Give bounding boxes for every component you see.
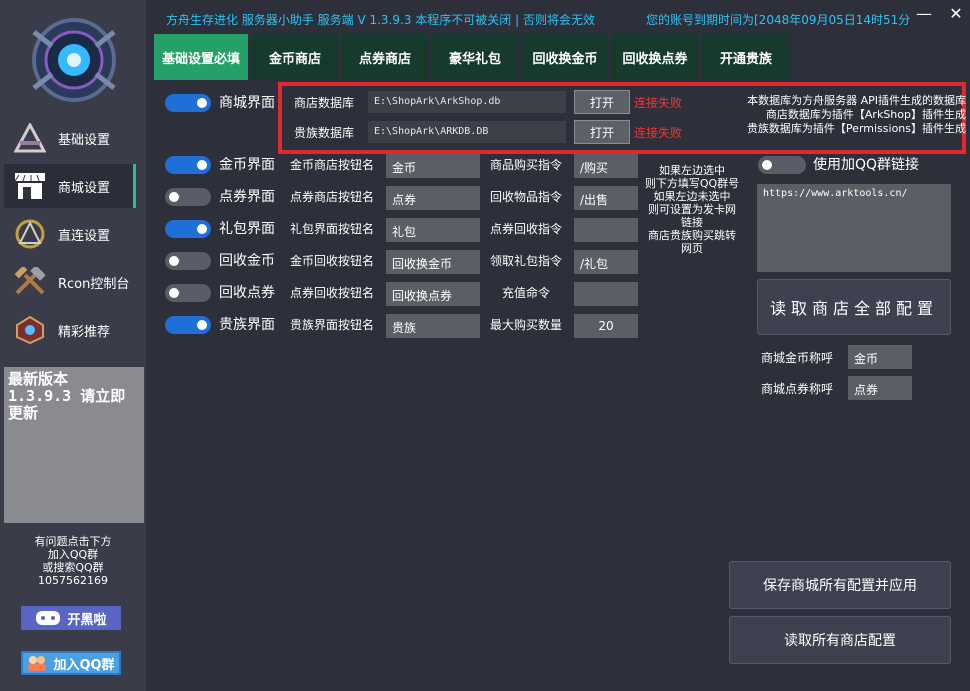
recycle-point-toggle[interactable] [165,284,211,302]
max-buy-input[interactable]: 20 [574,314,638,338]
point-name-label: 商城点券称呼 [761,382,834,396]
sidebar-item-label: 直连设置 [58,228,111,244]
sell-command-input[interactable]: /出售 [574,186,638,210]
tab-noble[interactable]: 开通贵族 [702,34,792,80]
minimize-button[interactable]: — [912,4,936,28]
point-shop-button-name-input[interactable]: 点券 [386,186,480,210]
gift-button-name-input[interactable]: 礼包 [386,218,480,242]
field-label: 点券商店按钮名 [290,190,375,204]
gift-ui-toggle[interactable] [165,220,211,238]
noble-button-name-input[interactable]: 贵族 [386,314,480,338]
noble-db-path-input[interactable]: E:\ShopArk\ARKDB.DB [368,121,566,143]
recharge-command-input[interactable] [574,282,638,306]
point-recycle-command-input[interactable] [574,218,638,242]
buy-command-input[interactable]: /购买 [574,154,638,178]
tab-gold-shop[interactable]: 金币商店 [252,34,340,80]
sidebar: 基础设置 商城设置 直连设置 Rcon控制台 精彩推荐 最新版本 1.3.9.3… [0,0,146,691]
field-label: 点券回收指令 [490,222,563,236]
gold-shop-button-name-input[interactable]: 金币 [386,154,480,178]
kaiheila-icon [36,611,61,625]
section-label: 金币界面 [219,157,275,173]
title-bar: 方舟生存进化 服务器小助手 服务端 V 1.3.9.3 本程序不可被关闭 | 否… [146,0,970,34]
close-button[interactable]: ✕ [944,4,968,28]
expiry-text: 您的账号到期时间为[2048年09月05日14时51分 [646,13,911,27]
field-label: 领取礼包指令 [490,254,563,268]
ark-logo-icon [10,217,50,251]
section-label: 礼包界面 [219,221,275,237]
database-panel: 商店数据库 E:\ShopArk\ArkShop.db 打开 连接失败 贵族数据… [278,82,966,154]
noble-db-status: 连接失败 [634,126,683,140]
point-recycle-button-name-input[interactable]: 回收换点券 [386,282,480,306]
field-label: 充值命令 [502,286,551,300]
join-qq-label: 加入QQ群 [53,657,115,673]
sidebar-item-label: 商城设置 [58,180,111,196]
sidebar-item-rcon[interactable]: Rcon控制台 [4,260,136,304]
shop-db-path-input[interactable]: E:\ShopArk\ArkShop.db [368,91,566,113]
shop-icon [10,169,50,203]
sidebar-item-shop[interactable]: 商城设置 [4,164,136,208]
shop-db-label: 商店数据库 [294,96,355,110]
recycle-gold-toggle[interactable] [165,252,211,270]
qq-link-label: 使用加QQ群链接 [813,157,920,173]
read-all-config-button[interactable]: 读取商店全部配置 [757,279,951,335]
field-label: 点券回收按钮名 [290,286,375,300]
field-label: 礼包界面按钮名 [290,222,375,236]
qq-hint-text: 如果左边选中 则下方填写QQ群号 如果左边未选中 则可设置为发卡网 链接 商店贵… [644,164,740,255]
hammer-icon [10,265,50,299]
gold-name-label: 商城金币称呼 [761,351,834,365]
tab-recycle-point[interactable]: 回收换点券 [612,34,700,80]
point-name-input[interactable]: 点券 [848,376,912,400]
read-shop-config-button[interactable]: 读取所有商店配置 [729,616,951,664]
sidebar-item-label: 精彩推荐 [58,324,111,340]
section-label: 点券界面 [219,189,275,205]
section-label: 回收金币 [219,253,275,269]
section-label: 贵族界面 [219,317,275,333]
tab-luxury-pack[interactable]: 豪华礼包 [432,34,520,80]
sidebar-item-label: Rcon控制台 [58,276,130,292]
section-label: 回收点券 [219,285,275,301]
ark-logo-icon [10,121,50,155]
qq-link-url-input[interactable]: https://www.arktools.cn/ [757,184,951,272]
field-label: 回收物品指令 [490,190,563,204]
kaiheila-button[interactable]: 开黑啦 [21,606,121,630]
app-logo-icon [22,12,126,108]
gift-command-input[interactable]: /礼包 [574,250,638,274]
update-notice: 最新版本 1.3.9.3 请立即更新 [4,367,144,523]
save-all-config-button[interactable]: 保存商城所有配置并应用 [729,561,951,609]
gold-recycle-button-name-input[interactable]: 回收换金币 [386,250,480,274]
gold-ui-toggle[interactable] [165,156,211,174]
app-title: 方舟生存进化 服务器小助手 服务端 V 1.3.9.3 本程序不可被关闭 | 否… [166,13,595,27]
tab-basic-settings[interactable]: 基础设置必填 [154,34,250,80]
tab-point-shop[interactable]: 点券商店 [342,34,430,80]
field-label: 贵族界面按钮名 [290,318,375,332]
point-ui-toggle[interactable] [165,188,211,206]
noble-db-open-button[interactable]: 打开 [574,120,630,144]
shop-db-status: 连接失败 [634,96,683,110]
qq-people-icon [28,656,47,671]
sidebar-item-basic[interactable]: 基础设置 [4,116,136,160]
badge-icon [10,313,50,347]
section-label: 商城界面 [219,95,275,111]
shop-db-open-button[interactable]: 打开 [574,90,630,114]
field-label: 金币商店按钮名 [290,158,375,172]
noble-db-label: 贵族数据库 [294,126,355,140]
kaiheila-label: 开黑啦 [67,612,107,628]
gold-name-input[interactable]: 金币 [848,345,912,369]
qq-link-toggle[interactable] [758,156,806,174]
field-label: 金币回收按钮名 [290,254,375,268]
field-label: 商品购买指令 [490,158,563,172]
help-text: 有问题点击下方 加入QQ群 或搜索QQ群 1057562169 [34,535,112,587]
sidebar-item-direct[interactable]: 直连设置 [4,212,136,256]
join-qq-button[interactable]: 加入QQ群 [21,651,121,675]
field-label: 最大购买数量 [490,318,563,332]
shop-ui-toggle[interactable] [165,94,211,112]
noble-ui-toggle[interactable] [165,316,211,334]
db-note: 本数据库为方舟服务器 API插件生成的数据库 商店数据库为插件【ArkShop】… [746,94,966,135]
tab-recycle-gold[interactable]: 回收换金币 [522,34,610,80]
sidebar-item-label: 基础设置 [58,132,111,148]
sidebar-item-recommend[interactable]: 精彩推荐 [4,308,136,352]
